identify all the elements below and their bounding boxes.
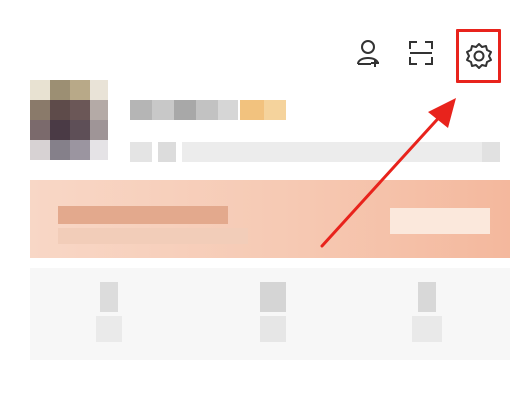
- stat-item[interactable]: [408, 282, 444, 348]
- scan-button[interactable]: [404, 36, 438, 70]
- membership-title: [58, 206, 228, 224]
- avatar[interactable]: [30, 80, 108, 172]
- add-friend-button[interactable]: [352, 36, 386, 70]
- membership-action-button[interactable]: [390, 208, 490, 234]
- add-user-icon: [357, 40, 379, 67]
- membership-card[interactable]: [30, 180, 510, 258]
- user-name: [130, 100, 290, 120]
- gear-icon: [465, 43, 492, 69]
- user-subtitle: [130, 142, 500, 162]
- stat-item[interactable]: [256, 282, 292, 348]
- scan-icon: [409, 41, 433, 65]
- profile-section[interactable]: [0, 72, 526, 182]
- stat-item[interactable]: [92, 282, 128, 348]
- stats-row: [30, 268, 510, 360]
